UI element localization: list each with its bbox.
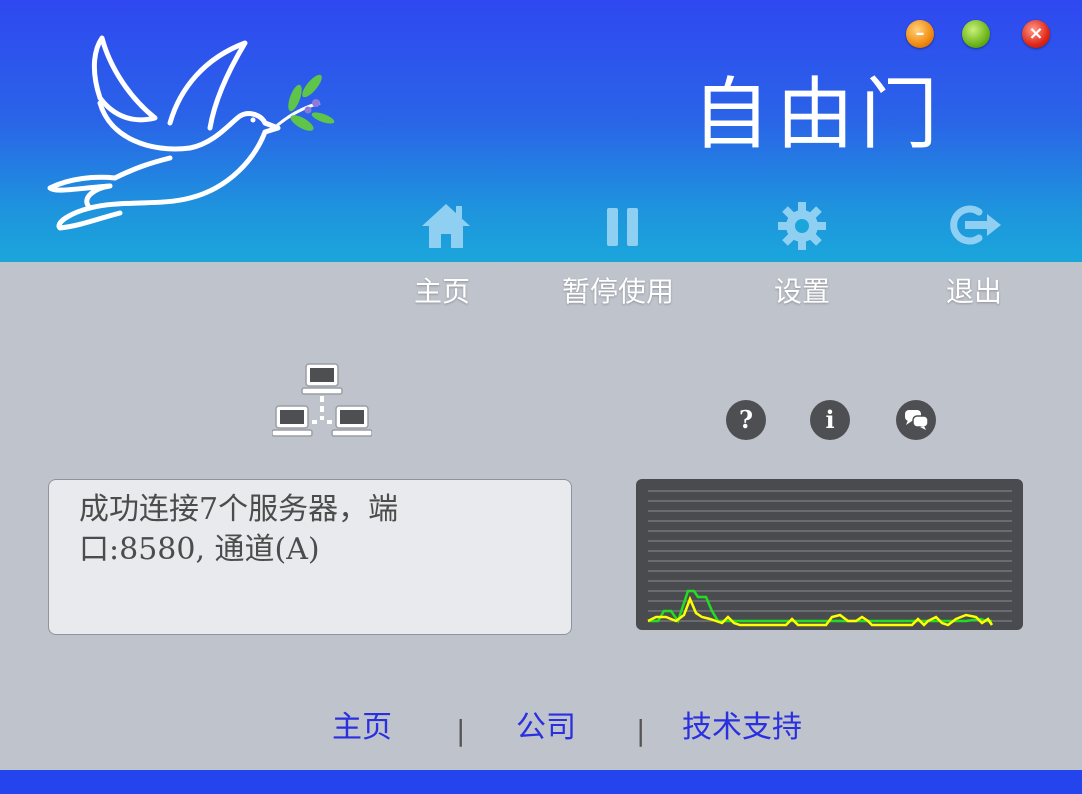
toolbar-settings-label[interactable]: 设置 — [774, 272, 830, 312]
toolbar-home-label[interactable]: 主页 — [414, 272, 470, 312]
close-button[interactable]: × — [1022, 20, 1050, 48]
maximize-icon — [962, 20, 990, 48]
footer-link-home[interactable]: 主页 — [332, 707, 392, 749]
footer-link-support[interactable]: 技术支持 — [682, 707, 802, 749]
home-icon — [422, 204, 470, 248]
dove-logo-icon — [47, 35, 335, 231]
pause-icon — [607, 208, 638, 246]
close-icon: × — [1028, 23, 1044, 44]
toolbar-settings-button[interactable] — [776, 200, 828, 256]
header-banner: 自由门 – × — [0, 0, 1082, 262]
exit-icon — [950, 205, 1001, 245]
toolbar-exit-button[interactable] — [947, 200, 1003, 254]
network-icon — [272, 363, 372, 437]
traffic-graph — [636, 479, 1023, 630]
help-button[interactable]: ? — [726, 400, 766, 440]
bottom-bar — [0, 770, 1082, 794]
status-message: 成功连接7个服务器，端口:8580, 通道(A) — [79, 492, 399, 567]
minimize-icon: – — [915, 23, 925, 44]
toolbar-exit-label[interactable]: 退出 — [946, 272, 1002, 312]
traffic-graph-plot — [647, 490, 1012, 627]
footer-separator: | — [456, 714, 466, 747]
gear-icon — [778, 202, 826, 250]
app-title: 自由门 — [692, 70, 945, 160]
toolbar-home-button[interactable] — [420, 200, 472, 254]
info-button[interactable]: i — [810, 400, 850, 440]
info-icon: i — [825, 405, 835, 434]
help-icon: ? — [738, 405, 754, 434]
chat-icon — [905, 410, 929, 430]
toolbar-pause-label[interactable]: 暂停使用 — [562, 272, 674, 312]
footer-separator: | — [636, 714, 646, 747]
minimize-button[interactable]: – — [906, 20, 934, 48]
status-panel: 成功连接7个服务器，端口:8580, 通道(A) — [48, 479, 572, 635]
chat-button[interactable] — [896, 400, 936, 440]
maximize-button[interactable] — [962, 20, 990, 48]
footer-link-company[interactable]: 公司 — [516, 707, 576, 749]
toolbar-pause-button[interactable] — [605, 200, 641, 254]
